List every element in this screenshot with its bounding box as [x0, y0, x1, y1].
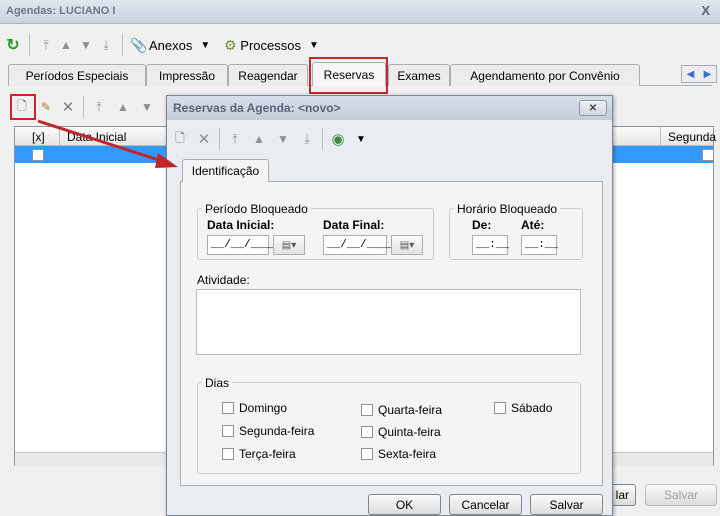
arrow-head-icon — [155, 153, 178, 168]
arrow-shaft — [37, 119, 169, 165]
annotation-arrow — [37, 119, 178, 168]
